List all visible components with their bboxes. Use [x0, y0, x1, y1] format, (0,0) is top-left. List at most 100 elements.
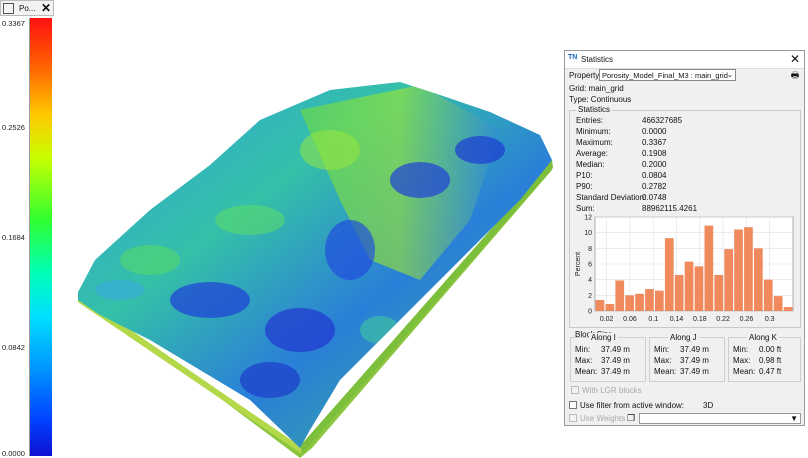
- y-tick-label: 4: [588, 277, 592, 284]
- max-label: Max:: [575, 356, 593, 365]
- histogram-bar: [694, 266, 704, 311]
- histogram-bar: [783, 307, 793, 311]
- dropdown-arrow-icon: ▼: [790, 414, 798, 423]
- stat-label: P10:: [576, 171, 593, 180]
- filter-label: Use filter from active window:: [580, 401, 685, 410]
- mean-label: Mean:: [733, 367, 756, 376]
- x-tick-label: 0.22: [716, 316, 730, 323]
- stat-value: 0.2782: [642, 182, 667, 191]
- x-tick-label: 0.1: [648, 316, 658, 323]
- lgr-label: With LGR blocks: [582, 386, 642, 395]
- stat-label: Sum:: [576, 204, 595, 213]
- legend-tick-label: 0.0000: [2, 449, 25, 458]
- x-tick-label: 0.18: [693, 316, 707, 323]
- stat-value: 88962115.4261: [642, 204, 698, 213]
- legend-tick-label: 0.2526: [2, 123, 25, 132]
- weights-checkbox[interactable]: [569, 414, 577, 422]
- histogram-bar: [645, 289, 654, 311]
- legend-header: Po... ✕: [0, 0, 54, 16]
- max-label: Max:: [733, 356, 751, 365]
- histogram-bar: [655, 290, 664, 311]
- grid-text: Grid: main_grid: [569, 84, 624, 93]
- histogram-bar: [773, 296, 783, 311]
- stat-label: Median:: [576, 160, 605, 169]
- histogram-bar: [625, 295, 634, 311]
- along-i-header: Along I: [589, 333, 618, 342]
- along-k-max: 0.98 ft: [759, 356, 782, 365]
- type-text: Type: Continuous: [569, 95, 632, 104]
- along-i-max: 37.49 m: [601, 356, 630, 365]
- histogram-bar: [615, 280, 625, 311]
- min-label: Min:: [733, 345, 749, 354]
- stat-value: 466327685: [642, 116, 683, 125]
- statistics-group-title: Statistics: [576, 105, 613, 114]
- histogram-bar: [595, 300, 605, 311]
- legend-title[interactable]: Po...: [19, 4, 35, 13]
- print-icon[interactable]: 🖶: [789, 70, 801, 80]
- histogram-bar: [635, 293, 644, 311]
- block-size-along-j: Along J Min: 37.49 m Max: 37.49 m Mean: …: [649, 333, 725, 382]
- histogram-bar: [763, 279, 773, 311]
- close-icon[interactable]: ✕: [39, 1, 53, 15]
- mean-label: Mean:: [654, 367, 677, 376]
- y-tick-label: 6: [588, 262, 592, 269]
- stat-value: 0.3367: [642, 138, 667, 147]
- along-k-min: 0.00 ft: [759, 345, 782, 354]
- stat-label: P90:: [576, 182, 593, 191]
- min-label: Min:: [654, 345, 670, 354]
- app-icon: TN: [568, 54, 578, 61]
- y-tick-label: 0: [588, 309, 592, 316]
- y-tick-label: 10: [584, 230, 592, 237]
- stat-value: 0.0748: [642, 193, 667, 202]
- along-j-min: 37.49 m: [680, 345, 709, 354]
- along-i-mean: 37.49 m: [601, 367, 630, 376]
- x-tick-label: 0.14: [670, 316, 684, 323]
- histogram-bar: [664, 238, 674, 311]
- stat-value: 0.0000: [642, 127, 667, 136]
- lgr-checkbox[interactable]: [571, 386, 579, 394]
- legend-tick-label: 0.3367: [2, 19, 25, 28]
- porosity-surface: [78, 82, 552, 448]
- legend-tick-label: 0.0842: [2, 343, 25, 352]
- along-j-max: 37.49 m: [680, 356, 709, 365]
- histogram-bar: [724, 249, 733, 311]
- stat-label: Average:: [576, 149, 608, 158]
- x-tick-label: 0.26: [740, 316, 754, 323]
- weights-dropdown[interactable]: ▼: [639, 413, 801, 424]
- histogram-bar: [744, 227, 753, 311]
- legend-tick-label: 0.1684: [2, 233, 25, 242]
- statistics-window: TN Statistics ✕ Property: Porosity_Model…: [564, 50, 805, 426]
- block-size-along-k: Along K Min: 0.00 ft Max: 0.98 ft Mean: …: [728, 333, 801, 382]
- along-i-min: 37.49 m: [601, 345, 630, 354]
- histogram-bar: [734, 229, 743, 311]
- close-icon[interactable]: ✕: [790, 52, 800, 66]
- filter-checkbox[interactable]: [569, 401, 577, 409]
- stat-label: Entries:: [576, 116, 604, 125]
- porosity-histogram: 12 10 8 6 4 2 0 0.02 0.06 0.1 0.14 0.18 0.22 0.26 0.3 P…: [575, 215, 794, 323]
- along-k-mean: 0.47 ft: [759, 367, 782, 376]
- cube-icon[interactable]: ❒: [627, 413, 635, 424]
- property-label: Property:: [569, 71, 602, 80]
- block-size-along-i: Along I Min: 37.49 m Max: 37.49 m Mean: …: [570, 333, 646, 382]
- along-j-header: Along J: [668, 333, 699, 342]
- stat-value: 0.1908: [642, 149, 667, 158]
- property-dropdown[interactable]: Porosity_Model_Final_M3 : main_grid ⌄: [599, 69, 736, 81]
- histogram-bar: [754, 248, 763, 311]
- x-tick-label: 0.3: [765, 316, 775, 323]
- weights-label: Use Weights: [580, 414, 626, 423]
- along-k-header: Along K: [747, 333, 780, 342]
- cube-icon[interactable]: [3, 3, 14, 14]
- x-tick-label: 0.06: [623, 316, 637, 323]
- chevron-down-icon: ⌄: [726, 70, 733, 79]
- histogram-bar: [684, 261, 694, 311]
- x-tick-label: 0.02: [600, 316, 614, 323]
- y-axis-label: Percent: [575, 252, 582, 276]
- window-titlebar[interactable]: TN Statistics ✕: [565, 51, 804, 69]
- window-title: Statistics: [581, 55, 614, 64]
- stat-label: Minimum:: [576, 127, 611, 136]
- stat-value: 0.2000: [642, 160, 667, 169]
- mean-label: Mean:: [575, 367, 598, 376]
- stat-label: Maximum:: [576, 138, 613, 147]
- along-j-mean: 37.49 m: [680, 367, 709, 376]
- stat-value: 0.0804: [642, 171, 667, 180]
